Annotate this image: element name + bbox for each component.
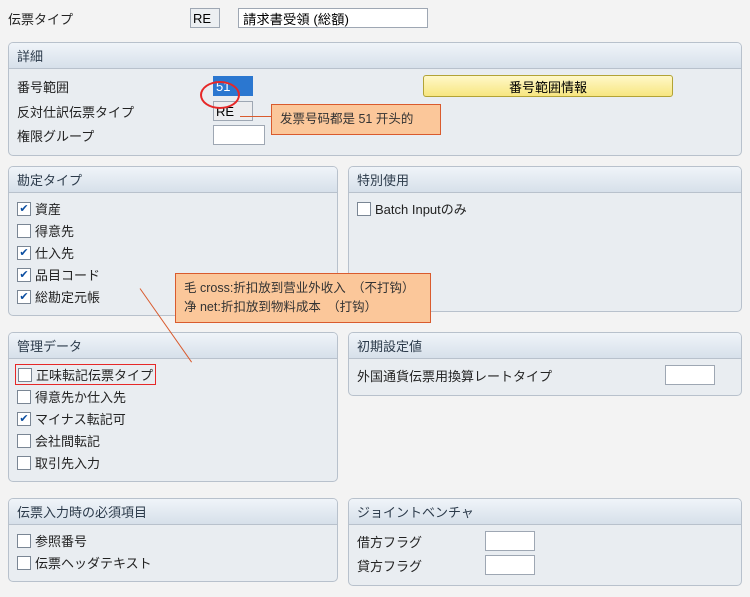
chk-ref-number[interactable] — [17, 534, 31, 548]
chk-customer-label: 得意先 — [35, 221, 74, 240]
num-range-label: 番号範囲 — [17, 77, 213, 96]
chk-asset[interactable] — [17, 202, 31, 216]
chk-asset-label: 資産 — [35, 199, 61, 218]
chk-cust-or-vendor[interactable] — [17, 390, 31, 404]
chk-ref-number-label: 参照番号 — [35, 531, 87, 550]
chk-batch-input-label: Batch Inputのみ — [375, 199, 467, 218]
credit-flag-input[interactable] — [485, 555, 535, 575]
initial-title: 初期設定値 — [349, 333, 741, 359]
debit-flag-input[interactable] — [485, 531, 535, 551]
chk-material-label: 品目コード — [35, 265, 100, 284]
credit-flag-label: 貸方フラグ — [357, 556, 477, 575]
fx-rate-type-label: 外国通貨伝票用換算レートタイプ — [357, 366, 657, 385]
chk-intercompany-label: 会社間転記 — [35, 431, 100, 450]
special-title: 特別使用 — [349, 167, 741, 193]
chk-customer[interactable] — [17, 224, 31, 238]
annotation-line-1 — [240, 116, 271, 117]
chk-gl[interactable] — [17, 290, 31, 304]
required-title: 伝票入力時の必須項目 — [9, 499, 337, 525]
chk-negative-label: マイナス転記可 — [35, 409, 126, 428]
chk-negative[interactable] — [17, 412, 31, 426]
num-range-info-button[interactable]: 番号範囲情報 — [423, 75, 673, 97]
detail-panel-title: 詳細 — [9, 43, 741, 69]
header-label: 伝票タイプ — [8, 9, 186, 28]
debit-flag-label: 借方フラグ — [357, 532, 477, 551]
chk-batch-input[interactable] — [357, 202, 371, 216]
rev-type-label: 反対仕訳伝票タイプ — [17, 102, 213, 121]
chk-gl-label: 総勘定元帳 — [35, 287, 100, 306]
chk-vendor-label: 仕入先 — [35, 243, 74, 262]
admin-title: 管理データ — [9, 333, 337, 359]
auth-group-input[interactable] — [213, 125, 265, 145]
account-type-title: 勘定タイプ — [9, 167, 337, 193]
chk-partner-label: 取引先入力 — [35, 453, 100, 472]
chk-net-post[interactable] — [18, 368, 32, 382]
admin-panel: 管理データ 正味転記伝票タイプ 得意先か仕入先 マイナス転記可 会社間転記 取引… — [8, 332, 338, 482]
jv-panel: ジョイントベンチャ 借方フラグ 貸方フラグ — [348, 498, 742, 586]
doc-type-desc-input[interactable] — [238, 8, 428, 28]
chk-partner[interactable] — [17, 456, 31, 470]
annotation-callout-1: 发票号码都是 51 开头的 — [271, 104, 441, 135]
chk-net-post-label: 正味転記伝票タイプ — [36, 365, 153, 384]
chk-vendor[interactable] — [17, 246, 31, 260]
doc-type-code-input[interactable] — [190, 8, 220, 28]
rev-type-input[interactable] — [213, 101, 253, 121]
required-panel: 伝票入力時の必須項目 参照番号 伝票ヘッダテキスト — [8, 498, 338, 582]
chk-intercompany[interactable] — [17, 434, 31, 448]
fx-rate-type-input[interactable] — [665, 365, 715, 385]
annotation-callout-2: 毛 cross:折扣放到营业外收入 （不打钩） 净 net:折扣放到物料成本 （… — [175, 273, 431, 323]
jv-title: ジョイントベンチャ — [349, 499, 741, 525]
detail-panel: 詳細 番号範囲 番号範囲情報 反対仕訳伝票タイプ 権限グループ — [8, 42, 742, 156]
chk-cust-or-vendor-label: 得意先か仕入先 — [35, 387, 126, 406]
num-range-input[interactable] — [213, 76, 253, 96]
chk-header-text[interactable] — [17, 556, 31, 570]
auth-group-label: 権限グループ — [17, 126, 213, 145]
chk-material[interactable] — [17, 268, 31, 282]
chk-header-text-label: 伝票ヘッダテキスト — [35, 553, 152, 572]
initial-panel: 初期設定値 外国通貨伝票用換算レートタイプ — [348, 332, 742, 396]
